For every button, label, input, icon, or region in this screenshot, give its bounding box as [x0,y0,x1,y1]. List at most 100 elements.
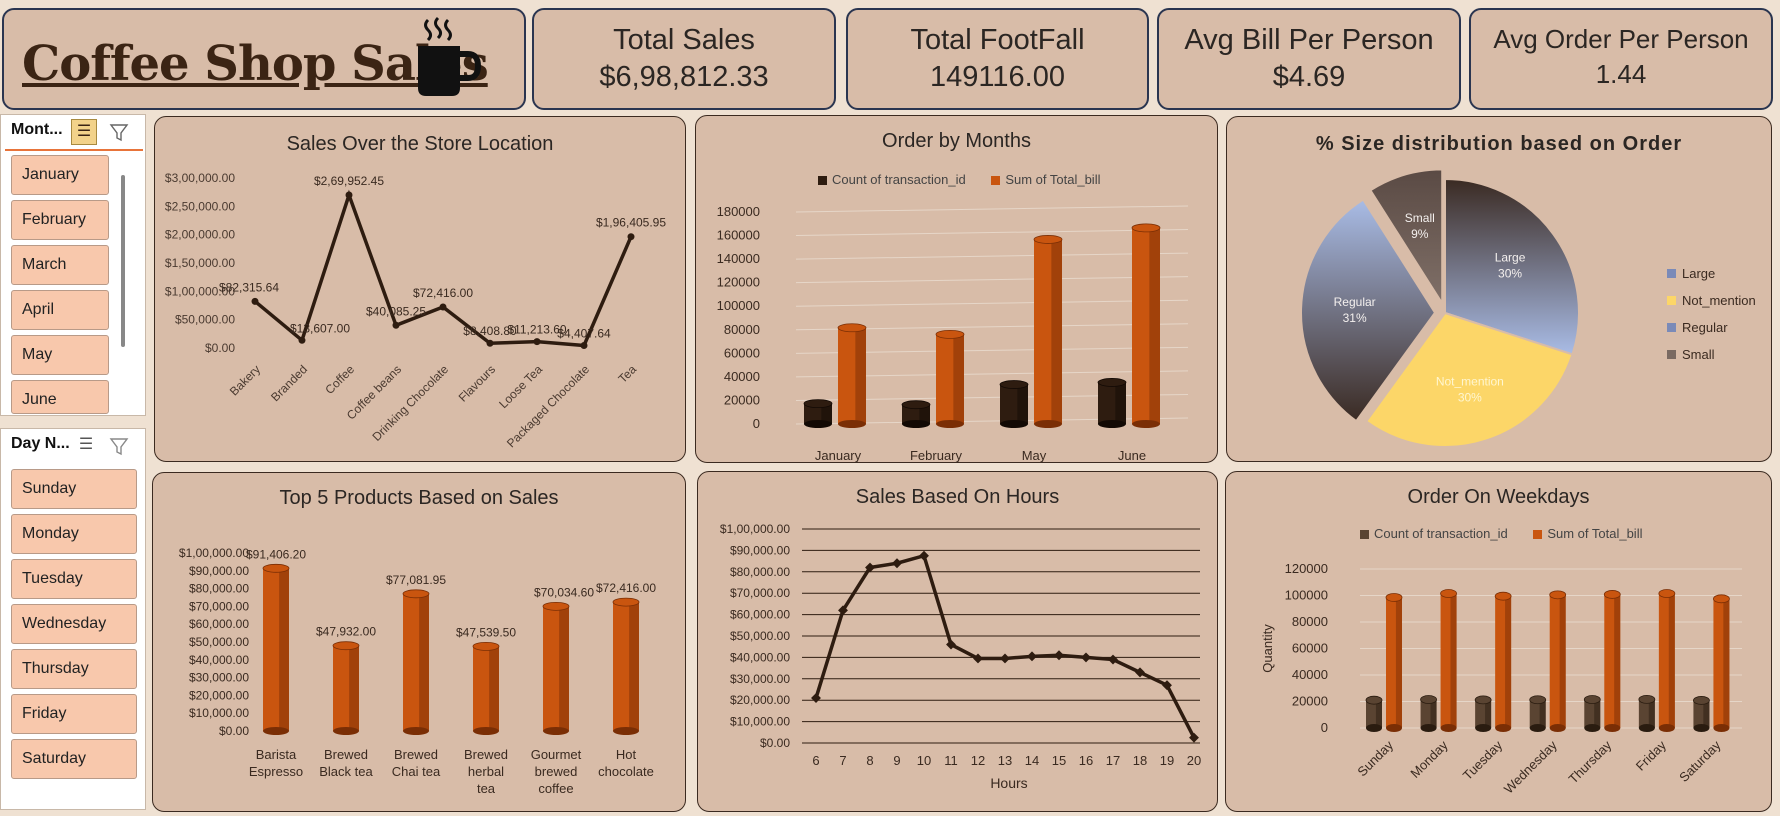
multi-select-icon[interactable]: ☰ [73,433,99,459]
bar [1529,695,1547,732]
bar [612,597,640,735]
clear-filter-icon[interactable] [109,437,131,457]
slice-label-name: Large [1495,251,1526,265]
bar [542,601,570,735]
data-point [345,191,353,199]
y-tick-label: $20,000.00 [730,693,790,707]
data-point [533,338,541,346]
y-tick-label: 20000 [1292,694,1328,709]
slice-label-name: Regular [1334,295,1376,309]
kpi-label: Avg Order Per Person [1493,24,1749,54]
x-tick-label: Barista [256,747,297,762]
day-item-thursday[interactable]: Thursday [11,649,137,689]
y-tick-label: 0 [753,416,760,431]
size-pie-chart: Large 30% Not_mention 30% Regular 31% Small 9% L… [1300,168,1756,448]
month-item-may[interactable]: May [11,335,109,375]
y-tick-label: $80,000.00 [730,565,790,579]
y-tick-label: $2,50,000.00 [165,199,235,213]
month-item-january[interactable]: January [11,155,109,195]
data-point [1000,653,1010,664]
gridline [795,229,1189,237]
slice-label-value: 31% [1343,311,1367,325]
y-tick-label: 60000 [724,345,760,360]
y-tick-label: $20,000.00 [189,688,249,702]
data-point [251,297,259,305]
y-tick-label: $1,00,000.00 [179,546,249,560]
day-item-monday[interactable]: Monday [11,514,137,554]
slice-label-value: 30% [1498,267,1522,281]
bar [901,400,931,428]
gridline [795,252,1189,260]
bar [1549,590,1567,732]
slicer-scrollbar[interactable] [121,175,125,347]
clear-filter-icon[interactable] [109,123,131,143]
slice-label-value: 9% [1411,227,1429,241]
y-tick-label: $60,000.00 [189,617,249,631]
legend-label: Large [1682,266,1715,281]
data-label: $40,085.25 [366,304,426,318]
data-label: $4,407.64 [557,327,611,341]
x-tick-label: 18 [1133,753,1147,768]
multi-select-icon[interactable]: ☰ [71,119,97,145]
x-tick-label: 19 [1160,753,1174,768]
bar [1033,235,1063,428]
day-item-wednesday[interactable]: Wednesday [11,604,137,644]
data-label: $91,406.20 [246,547,306,561]
kpi-label: Total FootFall [910,24,1085,56]
order-months-chart-panel: Order by Months Count of transaction_id … [695,115,1218,463]
kpi-label: Total Sales [613,24,755,56]
month-item-february[interactable]: February [11,200,109,240]
y-tick-label: $70,000.00 [730,586,790,600]
bar [1365,695,1383,732]
y-tick-label: 180000 [717,204,760,219]
x-tick-label: Friday [1633,737,1669,773]
x-tick-label: Chai tea [392,764,441,779]
legend-swatch [1667,323,1676,332]
data-label: $2,69,952.45 [314,174,384,188]
y-tick-label: $0.00 [760,736,790,750]
y-tick-label: $90,000.00 [730,543,790,557]
x-tick-label: Saturday [1676,737,1724,785]
x-tick-label: Tuesday [1460,737,1506,783]
y-tick-label: $3,00,000.00 [165,171,235,185]
y-tick-label: 120000 [717,275,760,290]
day-item-friday[interactable]: Friday [11,694,137,734]
x-tick-label: January [815,448,862,463]
y-tick-label: 80000 [724,322,760,337]
month-item-april[interactable]: April [11,290,109,330]
kpi-value: 149116.00 [930,61,1065,93]
size-pie-chart-panel: % Size distribution based on Order Large… [1226,116,1772,462]
day-item-sunday[interactable]: Sunday [11,469,137,509]
hours-chart: $0.00 $10,000.00 $20,000.00 $30,000.00 $40,0… [720,522,1201,791]
data-point [392,321,400,329]
x-tick-label: herbal [468,764,504,779]
order-months-chart: 0 20000 40000 60000 80000 100000 120000 140000 1… [717,204,1189,463]
bar [999,380,1029,428]
y-tick-label: 100000 [1285,588,1328,603]
day-item-saturday[interactable]: Saturday [11,739,137,779]
kpi-total-sales: Total Sales $6,98,812.33 [532,8,836,110]
month-item-june[interactable]: June [11,380,109,414]
bar [1658,589,1676,732]
data-point [439,303,447,311]
x-tick-label: 10 [917,753,931,768]
kpi-value: $6,98,812.33 [599,61,769,93]
y-tick-label: 40000 [724,369,760,384]
x-axis-label: Hours [990,775,1027,791]
y-tick-label: $30,000.00 [189,671,249,685]
x-tick-label: 9 [893,753,900,768]
kpi-label: Avg Bill Per Person [1184,24,1434,56]
y-tick-label: $60,000.00 [730,608,790,622]
data-label: $47,539.50 [456,625,516,639]
y-tick-label: $0.00 [219,724,249,738]
y-tick-label: $40,000.00 [189,653,249,667]
bar [1131,223,1161,428]
day-item-tuesday[interactable]: Tuesday [11,559,137,599]
month-item-march[interactable]: March [11,245,109,285]
weekdays-chart-panel: Order On Weekdays Count of transaction_i… [1225,471,1772,812]
y-tick-label: $50,000.00 [189,635,249,649]
y-tick-label: 20000 [724,392,760,407]
data-label: $77,081.95 [386,573,446,587]
kpi-value: $4.69 [1272,61,1346,93]
x-tick-label: Wednesday [1501,737,1560,796]
